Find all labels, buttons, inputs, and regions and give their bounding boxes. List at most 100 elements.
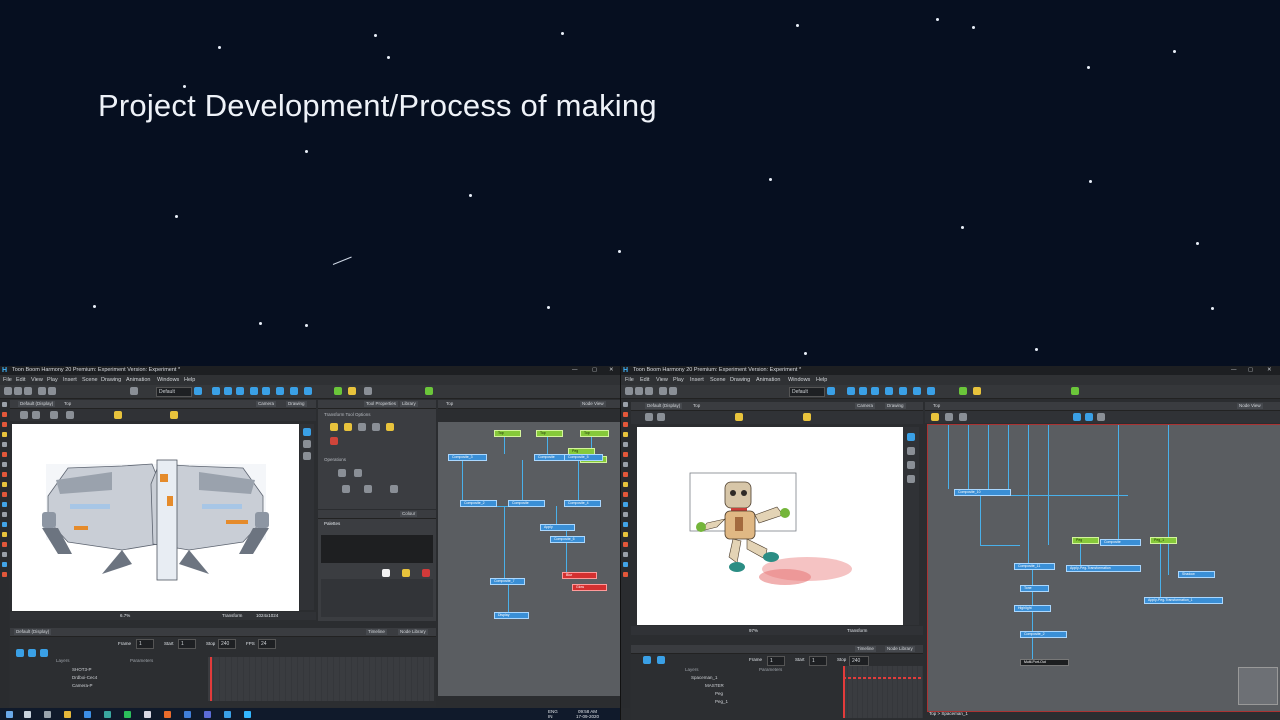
pencil-tool-icon[interactable] — [2, 422, 7, 427]
pencil-icon[interactable] — [899, 387, 907, 395]
transform-tool-icon[interactable] — [623, 532, 628, 537]
harmony-taskbar-icon[interactable] — [224, 711, 231, 718]
menu-insert[interactable]: Insert — [63, 377, 77, 383]
play-icon[interactable] — [194, 387, 202, 395]
delete-icon[interactable] — [130, 387, 138, 395]
whatsapp-icon[interactable] — [124, 711, 131, 718]
menu-animation[interactable]: Animation — [126, 377, 150, 383]
shape-tool-icon[interactable] — [623, 472, 628, 477]
graph-node[interactable]: Top — [580, 430, 609, 437]
graph-node[interactable]: Composite_7 — [490, 578, 525, 585]
shape-tool-icon[interactable] — [2, 472, 7, 477]
tab-camera[interactable]: Camera — [256, 401, 277, 407]
timeline-play-icon[interactable] — [643, 656, 651, 664]
new-icon[interactable] — [4, 387, 12, 395]
menu-animation[interactable]: Animation — [756, 377, 780, 383]
graph-node[interactable]: Composite_2 — [460, 500, 497, 507]
save-icon[interactable] — [645, 387, 653, 395]
swatch-red[interactable] — [422, 569, 430, 577]
timeline-display-select[interactable]: Default (Display) — [14, 629, 52, 635]
brush-tool-icon[interactable] — [623, 412, 628, 417]
menu-play[interactable]: Play — [673, 377, 684, 383]
tab-camera[interactable]: Camera — [855, 403, 876, 409]
zoom-tool-icon[interactable] — [623, 512, 628, 517]
brush-icon[interactable] — [885, 387, 893, 395]
rotate-view-icon[interactable] — [2, 522, 7, 527]
timeline-next-icon[interactable] — [40, 649, 48, 657]
harmony-leaf-icon[interactable] — [1071, 387, 1079, 395]
select-tool-icon[interactable] — [623, 402, 628, 407]
timeline-loop-icon[interactable] — [28, 649, 36, 657]
menu-windows[interactable]: Windows — [157, 377, 179, 383]
menu-scene[interactable]: Scene — [82, 377, 98, 383]
graph-node[interactable]: Composite_5 — [564, 454, 603, 461]
graph-node[interactable]: Display — [494, 612, 529, 619]
tab-drawing[interactable]: Drawing — [885, 403, 906, 409]
cutter-tool-icon[interactable] — [623, 442, 628, 447]
workspace-select[interactable]: Default — [156, 387, 192, 397]
graph-node[interactable]: Composite_10 — [954, 489, 1011, 496]
menu-windows[interactable]: Windows — [788, 377, 810, 383]
menu-help[interactable]: Help — [184, 377, 195, 383]
menu-edit[interactable]: Edit — [16, 377, 25, 383]
graph-node[interactable]: Top — [536, 430, 563, 437]
ungroup-icon[interactable] — [1085, 413, 1093, 421]
minimize-icon[interactable]: — — [1231, 367, 1237, 373]
layer-row[interactable]: Drdboi-Cec4 — [72, 674, 97, 681]
hand-tool-icon[interactable] — [2, 502, 7, 507]
rotate-view-icon[interactable] — [623, 522, 628, 527]
swatch-white[interactable] — [382, 569, 390, 577]
playhead[interactable] — [210, 657, 212, 701]
tab-colour[interactable]: Colour — [400, 511, 418, 517]
reset-view-icon[interactable] — [303, 428, 311, 436]
onion-skin-icon[interactable] — [348, 387, 356, 395]
swatch-yellow[interactable] — [402, 569, 410, 577]
task-view-icon[interactable] — [44, 711, 51, 718]
layer-row[interactable]: Peg — [715, 690, 723, 697]
graph-node[interactable]: Composite_4 — [564, 500, 601, 507]
timeline-frames[interactable] — [843, 666, 923, 718]
tab-node-library[interactable]: Node Library — [398, 629, 428, 635]
swatch-area[interactable] — [321, 579, 433, 617]
menu-insert[interactable]: Insert — [690, 377, 704, 383]
node-view-right[interactable]: Composite_10 Composite_11 Peg Peg_1 Composit… — [927, 424, 1280, 712]
menu-help[interactable]: Help — [816, 377, 827, 383]
group-icon[interactable] — [1073, 413, 1081, 421]
graph-node[interactable]: Composite_2 — [1020, 631, 1067, 638]
tab-timeline[interactable]: Timeline — [855, 646, 876, 652]
pencil-icon[interactable] — [262, 387, 270, 395]
node-navigator[interactable] — [1238, 667, 1278, 705]
fit-view-icon[interactable] — [907, 447, 915, 455]
camera-canvas[interactable] — [637, 427, 903, 625]
camera-tool-icon[interactable] — [623, 562, 628, 567]
graph-node[interactable]: Peg — [1072, 537, 1099, 544]
record-icon[interactable] — [330, 437, 338, 445]
preview-icon[interactable] — [303, 452, 311, 460]
magnet-icon[interactable] — [358, 423, 366, 431]
tab-node-view[interactable]: Node View — [580, 401, 606, 407]
close-icon[interactable]: ✕ — [609, 367, 614, 373]
flip-h-icon[interactable] — [338, 469, 346, 477]
display-select[interactable]: Default (Display) — [645, 403, 683, 409]
peg-icon[interactable] — [931, 413, 939, 421]
graph-node[interactable]: Shadow — [1178, 571, 1215, 578]
bulb-icon[interactable] — [803, 413, 811, 421]
start-field[interactable]: 1 — [809, 656, 827, 666]
node-breadcrumb[interactable]: Top > Spaceman_1 — [929, 711, 968, 716]
frame-field[interactable]: 1 — [767, 656, 785, 666]
paint-tool-icon[interactable] — [2, 452, 7, 457]
maximize-icon[interactable]: ▢ — [1248, 367, 1253, 373]
graph-node[interactable]: Tone — [1020, 585, 1049, 592]
mail-icon[interactable] — [84, 711, 91, 718]
render-icon[interactable] — [907, 475, 915, 483]
graph-node[interactable]: Composite — [508, 500, 545, 507]
stop-field[interactable]: 240 — [218, 639, 236, 649]
peg-select-icon[interactable] — [372, 423, 380, 431]
menu-drawing[interactable]: Drawing — [730, 377, 750, 383]
tab-drawing[interactable]: Drawing — [286, 401, 307, 407]
gear-icon[interactable] — [32, 411, 40, 419]
graph-node[interactable]: Top — [494, 430, 521, 437]
pivot-tool-icon[interactable] — [623, 542, 628, 547]
graph-node[interactable]: Composite_11 — [1014, 563, 1055, 570]
graph-node[interactable]: Apply-Peg-Transformation — [1066, 565, 1141, 572]
